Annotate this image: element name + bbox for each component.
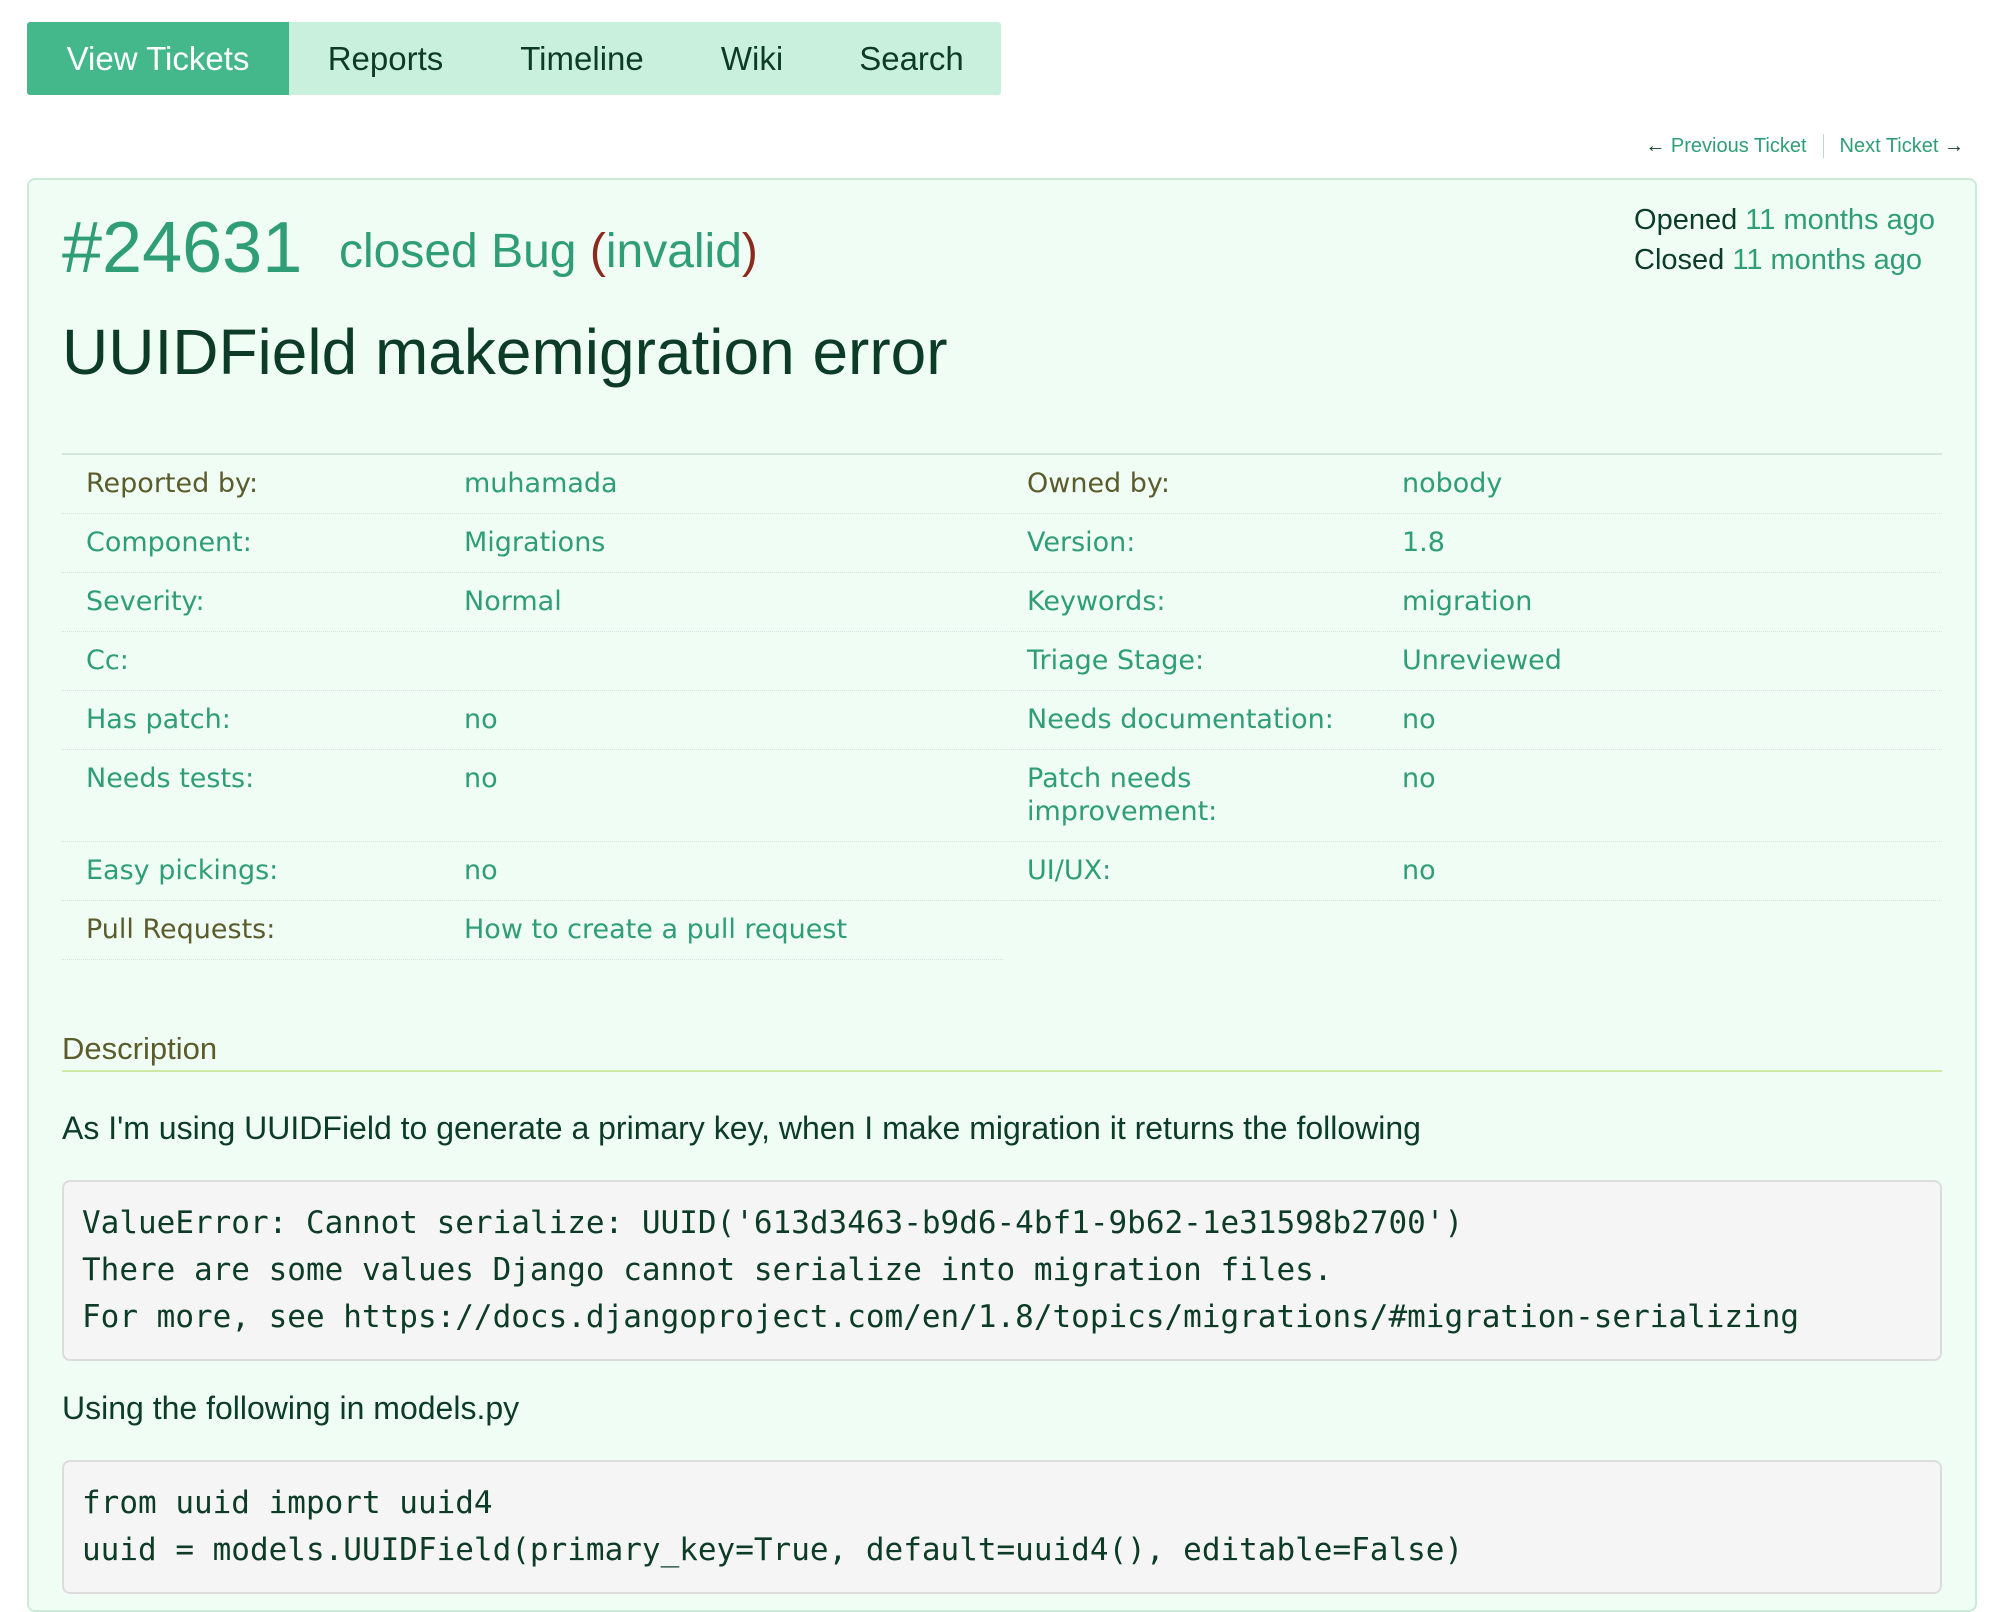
opened-label: Opened — [1634, 204, 1738, 236]
opened-date-link[interactable]: 11 months ago — [1745, 204, 1935, 236]
table-row: Pull Requests: How to create a pull requ… — [62, 901, 1942, 960]
ui-ux-label[interactable]: UI/UX: — [1003, 842, 1378, 901]
keywords-label[interactable]: Keywords: — [1003, 573, 1378, 632]
component-label[interactable]: Component: — [62, 514, 440, 573]
description-text-2: Using the following in models.py — [62, 1390, 520, 1426]
reported-by-link[interactable]: muhamada — [440, 455, 1003, 514]
resolution-close-paren: ) — [741, 225, 758, 278]
previous-ticket-link[interactable]: ← Previous Ticket — [1645, 135, 1806, 158]
ticket-properties: Reported by: muhamada Owned by: nobody C… — [62, 453, 1942, 960]
nav-timeline[interactable]: Timeline — [482, 22, 682, 95]
nav-search[interactable]: Search — [822, 22, 1001, 95]
table-row: Cc: Triage Stage: Unreviewed — [62, 632, 1942, 691]
triage-stage-link[interactable]: Unreviewed — [1378, 632, 1942, 691]
nav-view-tickets[interactable]: View Tickets — [27, 22, 289, 95]
resolution-open-paren: ( — [589, 225, 606, 278]
table-row: Severity: Normal Keywords: migration — [62, 573, 1942, 632]
next-ticket-label: Next Ticket — [1839, 134, 1939, 157]
needs-documentation-link[interactable]: no — [1378, 691, 1942, 750]
table-row: Reported by: muhamada Owned by: nobody — [62, 455, 1942, 514]
resolution-value: invalid — [605, 225, 742, 278]
triage-stage-label[interactable]: Triage Stage: — [1003, 632, 1378, 691]
ticket-navigation: ← Previous Ticket Next Ticket → — [1645, 134, 1964, 158]
main-navigation: View Tickets Reports Timeline Wiki Searc… — [27, 22, 1001, 95]
next-ticket-link[interactable]: Next Ticket → — [1840, 135, 1964, 158]
table-row: Needs tests: no Patch needs improvement:… — [62, 750, 1942, 842]
cc-label[interactable]: Cc: — [62, 632, 440, 691]
nav-reports[interactable]: Reports — [289, 22, 482, 95]
version-link[interactable]: 1.8 — [1378, 514, 1942, 573]
ticket-number: #24631 — [62, 208, 303, 288]
needs-tests-label[interactable]: Needs tests: — [62, 750, 440, 842]
pull-request-help-link[interactable]: How to create a pull request — [440, 901, 1003, 960]
easy-pickings-label[interactable]: Easy pickings: — [62, 842, 440, 901]
previous-ticket-label: Previous Ticket — [1670, 134, 1807, 157]
severity-link[interactable]: Normal — [440, 573, 1003, 632]
code-block: ValueError: Cannot serialize: UUID('613d… — [62, 1180, 1942, 1361]
arrow-left-icon: ← — [1645, 134, 1666, 157]
has-patch-link[interactable]: no — [440, 691, 1003, 750]
type-value: Bug — [491, 225, 577, 278]
closed-date-link[interactable]: 11 months ago — [1732, 244, 1922, 276]
arrow-right-icon: → — [1944, 134, 1964, 157]
version-label[interactable]: Version: — [1003, 514, 1378, 573]
has-patch-label[interactable]: Has patch: — [62, 691, 440, 750]
severity-label[interactable]: Severity: — [62, 573, 440, 632]
keywords-link[interactable]: migration — [1378, 573, 1942, 632]
needs-documentation-label[interactable]: Needs documentation: — [1003, 691, 1378, 750]
owned-by-label: Owned by: — [1003, 455, 1378, 514]
cc-value — [440, 632, 1003, 691]
divider — [1822, 134, 1824, 158]
owned-by-value: nobody — [1378, 455, 1942, 514]
nav-wiki[interactable]: Wiki — [682, 22, 822, 95]
table-row: Component: Migrations Version: 1.8 — [62, 514, 1942, 573]
component-link[interactable]: Migrations — [440, 514, 1003, 573]
patch-needs-improvement-link[interactable]: no — [1378, 750, 1942, 842]
table-row: Easy pickings: no UI/UX: no — [62, 842, 1942, 901]
closed-label: Closed — [1634, 244, 1725, 276]
patch-needs-improvement-label[interactable]: Patch needs improvement: — [1003, 750, 1378, 842]
pull-requests-label: Pull Requests: — [62, 901, 440, 960]
description-text: As I'm using UUIDField to generate a pri… — [62, 1110, 1421, 1146]
ticket-summary: UUIDField makemigration error — [62, 316, 948, 388]
ui-ux-link[interactable]: no — [1378, 842, 1942, 901]
description-heading: Description — [62, 1030, 1942, 1072]
table-row: Has patch: no Needs documentation: no — [62, 691, 1942, 750]
ticket-dates: Opened 11 months ago Closed 11 months ag… — [1634, 200, 1935, 280]
ticket-status: closed Bug (invalid) — [339, 228, 758, 276]
reported-by-label: Reported by: — [62, 455, 440, 514]
ticket-panel: Opened 11 months ago Closed 11 months ag… — [27, 178, 1977, 1612]
status-value: closed — [339, 225, 478, 278]
needs-tests-link[interactable]: no — [440, 750, 1003, 842]
easy-pickings-link[interactable]: no — [440, 842, 1003, 901]
code-block-2: from uuid import uuid4 uuid = models.UUI… — [62, 1460, 1942, 1594]
